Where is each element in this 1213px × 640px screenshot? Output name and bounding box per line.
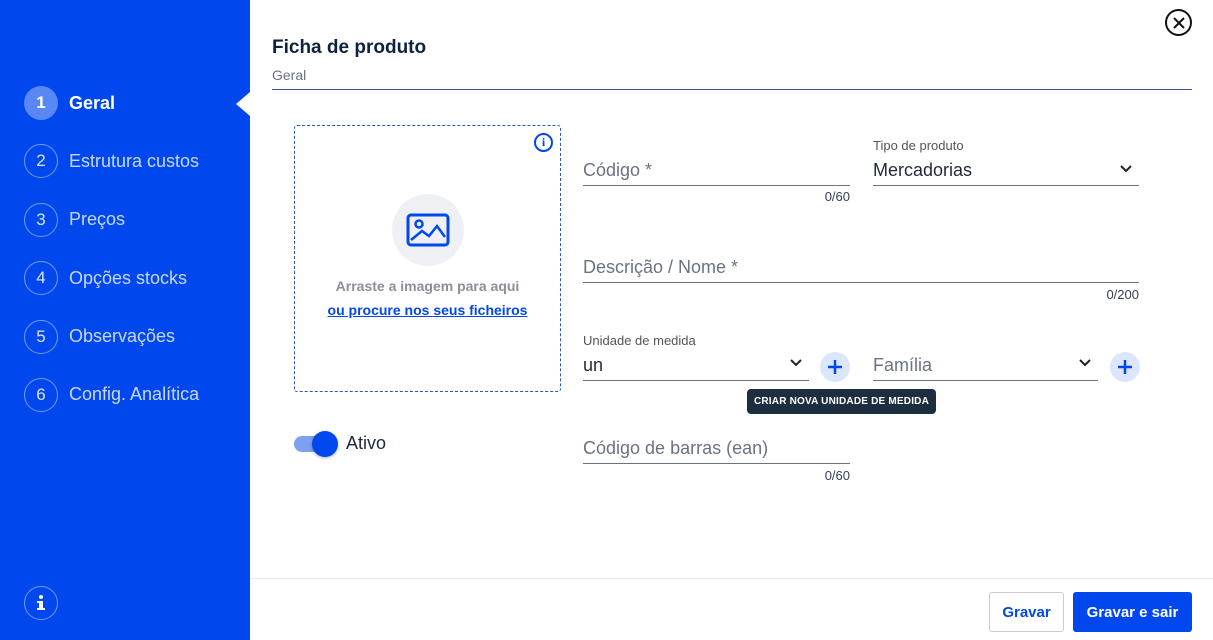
divider (272, 89, 1192, 90)
step-label: Preços (69, 209, 126, 230)
codigo-placeholder: Código * (583, 160, 653, 180)
char-counter: 0/60 (824, 468, 850, 483)
step-label: Observações (69, 326, 176, 347)
plus-icon (1118, 360, 1132, 374)
char-counter: 0/200 (1106, 287, 1139, 302)
step-estrutura-custos[interactable]: 2 Estrutura custos (24, 144, 200, 179)
toggle-track[interactable] (294, 430, 338, 457)
input-underline (583, 380, 809, 381)
input-underline (583, 185, 850, 186)
tooltip: CRIAR NOVA UNIDADE DE MEDIDA (747, 389, 936, 414)
familia-placeholder: Família (873, 355, 933, 375)
familia-select[interactable]: Família (873, 345, 1098, 385)
codigo-barras-field[interactable]: Código de barras (ean) 0/60 (583, 428, 850, 484)
page-subtitle: Geral (272, 67, 307, 83)
input-underline (583, 282, 1139, 283)
close-button[interactable] (1165, 9, 1192, 36)
chevron-down-icon (790, 359, 802, 367)
descricao-field[interactable]: Descrição / Nome * 0/200 (583, 247, 1139, 303)
step-number: 4 (24, 261, 58, 296)
info-icon[interactable]: i (534, 133, 553, 152)
wizard-steps: 1 Geral 2 Estrutura custos 3 Preços 4 Op… (24, 86, 199, 436)
close-icon (1172, 16, 1185, 29)
step-config-analitica[interactable]: 6 Config. Analítica (24, 377, 200, 412)
step-observacoes[interactable]: 5 Observações (24, 319, 199, 354)
step-precos[interactable]: 3 Preços (24, 202, 199, 237)
step-number: 1 (24, 86, 58, 120)
add-unit-button[interactable] (820, 352, 850, 382)
step-number: 6 (24, 377, 58, 412)
info-icon[interactable] (24, 586, 58, 620)
select-value: Mercadorias (873, 160, 973, 180)
footer-bar: Gravar Gravar e sair (250, 578, 1213, 640)
field-label: Unidade de medida (583, 333, 696, 348)
step-label: Opções stocks (69, 267, 188, 288)
save-and-exit-button[interactable]: Gravar e sair (1073, 592, 1192, 632)
active-toggle[interactable]: Ativo (294, 430, 387, 457)
step-geral[interactable]: 1 Geral (24, 86, 199, 120)
codigo-field[interactable]: Código * 0/60 (583, 150, 850, 206)
codigo-barras-placeholder: Código de barras (ean) (583, 438, 769, 458)
dropzone-instruction: Arraste a imagem para aqui (335, 278, 520, 294)
step-number: 3 (24, 202, 58, 237)
unidade-select[interactable]: Unidade de medida un (583, 333, 809, 383)
tipo-produto-select[interactable]: Tipo de produto Mercadorias (873, 138, 1139, 188)
input-underline (873, 380, 1098, 381)
image-dropzone[interactable]: i Arraste a imagem para aqui ou procure … (294, 125, 561, 392)
step-number: 2 (24, 144, 58, 179)
chevron-down-icon (1079, 359, 1091, 367)
browse-files-link[interactable]: ou procure nos seus ficheiros (295, 302, 560, 318)
descricao-placeholder: Descrição / Nome * (583, 257, 739, 277)
toggle-knob[interactable] (312, 430, 338, 457)
step-label: Geral (69, 92, 116, 113)
select-value: un (583, 355, 604, 375)
wizard-sidebar: 1 Geral 2 Estrutura custos 3 Preços 4 Op… (0, 0, 250, 640)
input-underline (873, 185, 1139, 186)
step-number: 5 (24, 319, 58, 354)
page-title: Ficha de produto (272, 37, 427, 58)
image-placeholder-icon (392, 194, 464, 266)
input-underline (583, 463, 850, 464)
chevron-down-icon (1120, 165, 1132, 173)
step-label: Estrutura custos (69, 150, 200, 171)
active-step-caret (236, 92, 250, 116)
step-label: Config. Analítica (69, 384, 200, 405)
main-panel: Ficha de produto Geral i Arraste a image… (250, 0, 1213, 640)
plus-icon (828, 360, 842, 374)
toggle-label: Ativo (346, 433, 387, 453)
field-label: Tipo de produto (873, 138, 964, 153)
add-family-button[interactable] (1110, 352, 1140, 382)
char-counter: 0/60 (824, 189, 850, 204)
save-button[interactable]: Gravar (989, 592, 1064, 632)
step-opcoes-stocks[interactable]: 4 Opções stocks (24, 261, 199, 296)
